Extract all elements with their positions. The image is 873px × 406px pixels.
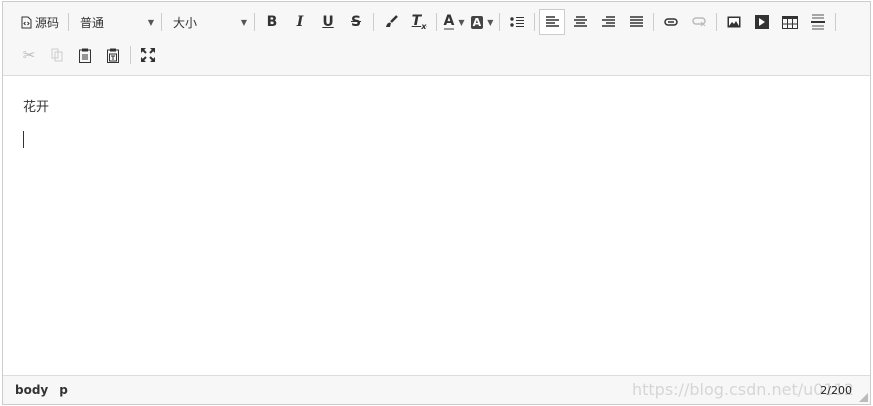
scissors-icon: ✂ — [22, 46, 36, 64]
caret-down-icon: ▼ — [240, 17, 248, 27]
element-path-body[interactable]: body — [15, 383, 48, 397]
link-icon — [664, 18, 678, 26]
unlink-icon — [692, 17, 706, 27]
status-bar: body p https://blog.csdn.net/u0112 2/200 — [3, 375, 870, 404]
clear-format-button[interactable]: Tx — [406, 9, 432, 35]
justify-button[interactable] — [623, 9, 649, 35]
justify-icon — [629, 16, 643, 28]
font-color-icon: A — [443, 12, 455, 30]
align-right-icon — [601, 16, 615, 28]
separator — [499, 13, 501, 31]
align-center-button[interactable] — [567, 9, 593, 35]
toolbar: 源码 普通 ▼ 大小 ▼ B I U S Tx A ▼ A ▼ ✂ — [3, 2, 870, 76]
text-cursor — [23, 131, 24, 148]
copy-button[interactable] — [44, 42, 70, 68]
horizontal-rule-button[interactable] — [805, 9, 831, 35]
fullscreen-button[interactable] — [135, 42, 161, 68]
insert-video-button[interactable] — [749, 9, 775, 35]
caret-down-icon: ▼ — [487, 17, 494, 27]
copy-icon — [51, 48, 63, 62]
underline-icon: U — [322, 14, 334, 30]
align-right-button[interactable] — [595, 9, 621, 35]
horizontal-rule-icon — [811, 14, 826, 30]
separator — [716, 13, 718, 31]
caret-down-icon: ▼ — [458, 17, 465, 27]
cut-button[interactable]: ✂ — [16, 42, 42, 68]
insert-table-button[interactable] — [777, 9, 803, 35]
strikethrough-icon: S — [350, 14, 362, 30]
rich-text-editor: 源码 普通 ▼ 大小 ▼ B I U S Tx A ▼ A ▼ ✂ 花开 bod… — [2, 1, 871, 405]
font-color-button[interactable]: A ▼ — [441, 9, 467, 35]
bullet-list-icon — [510, 16, 525, 28]
separator — [68, 13, 70, 31]
separator — [653, 13, 655, 31]
align-left-button[interactable] — [539, 9, 566, 35]
word-count: 2/200 — [820, 384, 852, 397]
align-left-icon — [545, 16, 559, 28]
strikethrough-button[interactable]: S — [343, 9, 369, 35]
background-color-icon: A — [470, 15, 484, 29]
separator — [130, 46, 131, 64]
paste-button[interactable] — [72, 42, 98, 68]
editor-content[interactable]: 花开 — [3, 76, 870, 376]
caret-down-icon: ▼ — [147, 17, 155, 27]
element-path-p[interactable]: p — [59, 383, 68, 397]
unlink-button[interactable] — [686, 9, 712, 35]
link-button[interactable] — [658, 9, 684, 35]
format-dropdown[interactable]: 普通 ▼ — [72, 9, 158, 35]
source-code-button[interactable]: 源码 — [16, 9, 64, 35]
separator — [436, 13, 438, 31]
separator — [534, 13, 536, 31]
separator — [835, 13, 837, 31]
table-icon — [782, 15, 799, 29]
insert-image-button[interactable] — [721, 9, 747, 35]
paragraph: 花开 — [23, 100, 50, 115]
italic-icon: I — [296, 14, 304, 30]
paste-text-button[interactable] — [100, 42, 126, 68]
paste-text-icon — [107, 48, 119, 63]
brush-icon — [384, 15, 398, 29]
paste-icon — [79, 48, 91, 63]
separator — [373, 13, 375, 31]
image-icon — [727, 16, 741, 28]
bullet-list-button[interactable] — [504, 9, 530, 35]
background-color-button[interactable]: A ▼ — [469, 9, 495, 35]
clear-format-icon: Tx — [411, 13, 427, 31]
font-size-dropdown[interactable]: 大小 ▼ — [165, 9, 251, 35]
video-icon — [755, 15, 770, 29]
format-painter-button[interactable] — [378, 9, 404, 35]
underline-button[interactable]: U — [315, 9, 341, 35]
align-center-icon — [573, 16, 587, 28]
resize-handle[interactable] — [859, 393, 868, 402]
separator — [161, 13, 163, 31]
bold-icon: B — [266, 14, 278, 30]
separator — [254, 13, 256, 31]
source-code-icon — [21, 16, 32, 29]
fullscreen-icon — [141, 48, 155, 62]
bold-button[interactable]: B — [259, 9, 285, 35]
italic-button[interactable]: I — [287, 9, 313, 35]
